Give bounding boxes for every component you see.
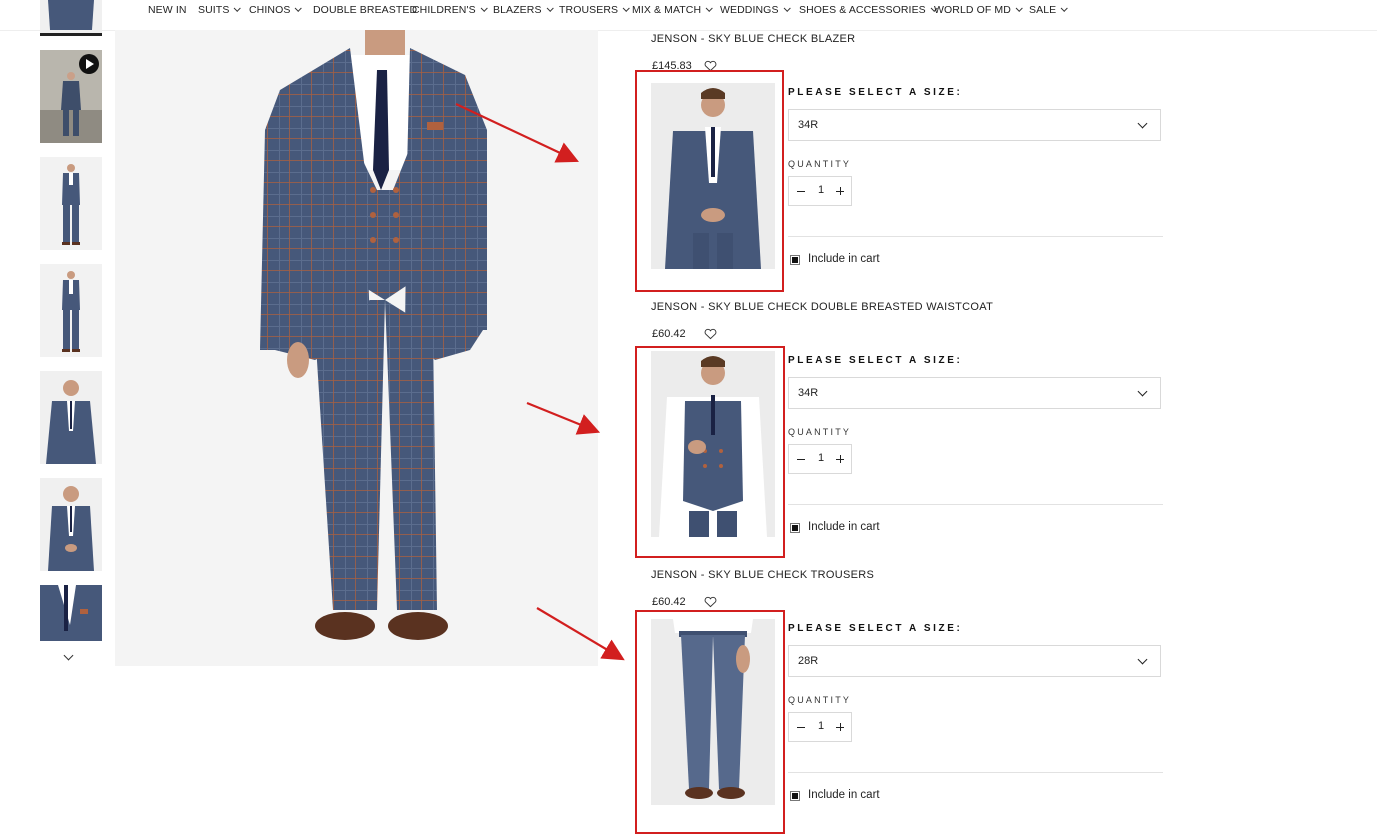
annotation-arrow	[455, 103, 579, 163]
annotation-arrow	[526, 401, 601, 435]
annotation-arrow	[536, 607, 625, 661]
annotation-arrows	[455, 103, 625, 661]
